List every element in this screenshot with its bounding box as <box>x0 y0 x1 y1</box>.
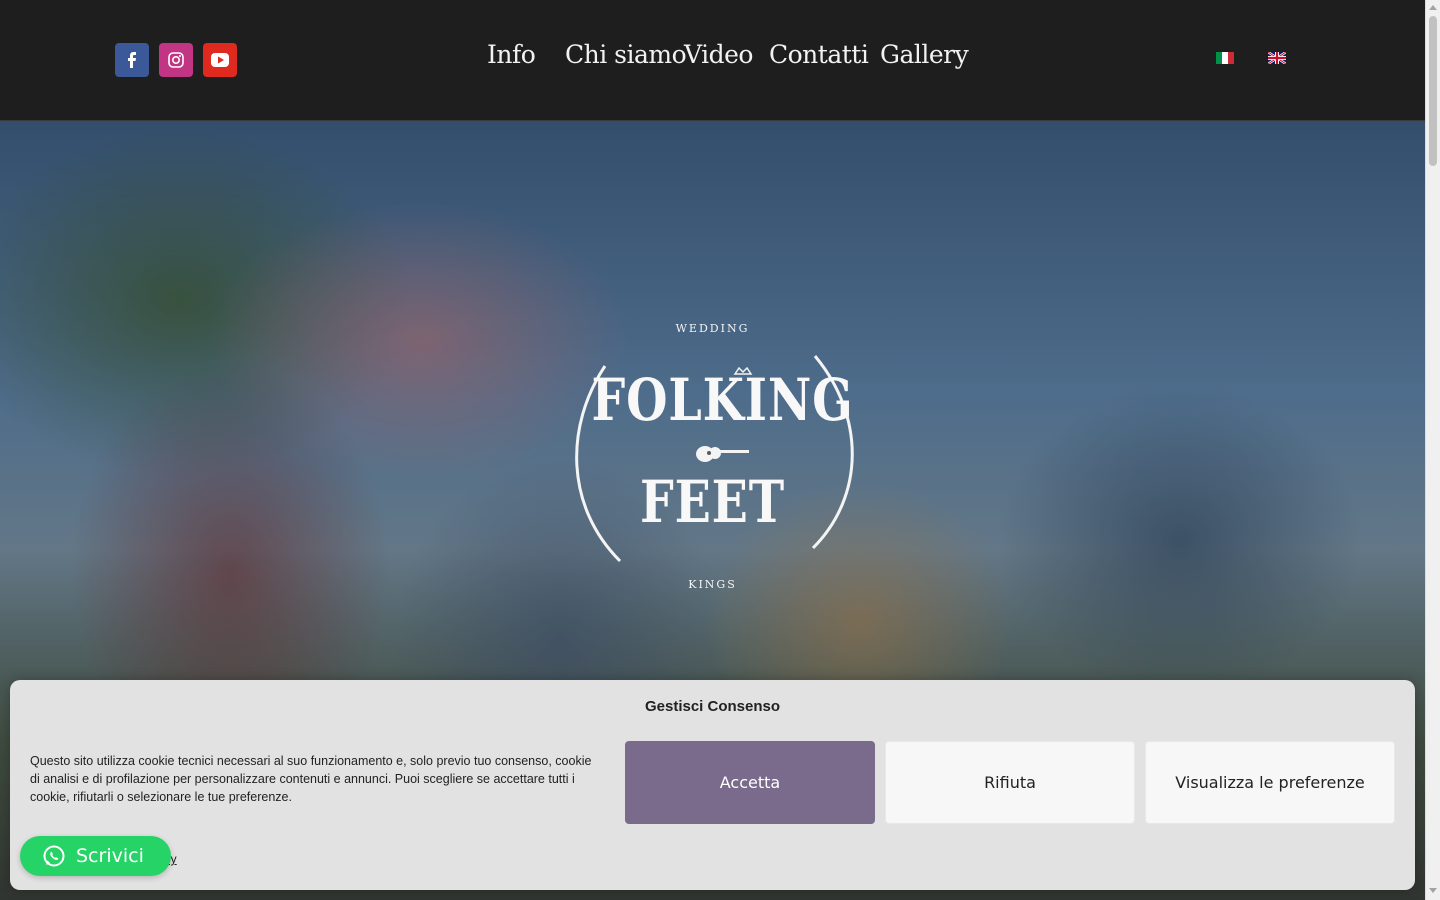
logo-arcs <box>575 355 854 563</box>
view-preferences-button[interactable]: Visualizza le preferenze <box>1145 741 1395 824</box>
logo-folking-text: FOLKING <box>591 366 854 434</box>
folking-feet-logo: WEDDING FOLKING FEET KINGS <box>565 316 860 601</box>
language-switcher <box>1216 52 1286 64</box>
cookie-title: Gestisci Consenso <box>644 698 781 715</box>
guitar-icon <box>696 446 749 462</box>
nav-item-video[interactable]: Video <box>684 40 753 69</box>
nav-item-gallery[interactable]: Gallery <box>880 40 969 69</box>
logo-feet-text: FEET <box>640 468 785 536</box>
scroll-down-arrow-icon[interactable] <box>1429 888 1437 893</box>
nav-item-contatti[interactable]: Contatti <box>769 40 869 69</box>
italian-flag-icon[interactable] <box>1216 52 1234 64</box>
whatsapp-chat-button[interactable]: Scrivici <box>20 836 171 876</box>
uk-flag-icon[interactable] <box>1268 52 1286 64</box>
cookie-consent-banner: Gestisci Consenso Questo sito utilizza c… <box>10 680 1415 890</box>
cookie-message: Questo sito utilizza cookie tecnici nece… <box>30 754 592 804</box>
scroll-thumb[interactable] <box>1429 16 1437 166</box>
instagram-button[interactable] <box>159 43 193 77</box>
youtube-icon <box>211 53 229 67</box>
scroll-up-arrow-icon[interactable] <box>1429 5 1437 10</box>
nav-item-info[interactable]: Info <box>487 40 536 69</box>
site-header: Info Chi siamo Video Contatti Gallery <box>0 0 1425 121</box>
main-nav: Info Chi siamo Video Contatti Gallery <box>487 40 969 69</box>
accept-button[interactable]: Accetta <box>625 741 875 824</box>
instagram-icon <box>168 52 184 68</box>
page-scrollbar[interactable] <box>1425 0 1440 900</box>
whatsapp-icon <box>43 845 65 867</box>
whatsapp-label: Scrivici <box>76 845 144 867</box>
logo-kings-text: KINGS <box>688 578 737 591</box>
nav-item-chi-siamo[interactable]: Chi siamo <box>565 40 687 69</box>
logo-wedding-text: WEDDING <box>675 322 750 335</box>
facebook-button[interactable] <box>115 43 149 77</box>
youtube-button[interactable] <box>203 43 237 77</box>
facebook-icon <box>128 52 136 68</box>
social-links <box>115 43 237 77</box>
reject-button[interactable]: Rifiuta <box>885 741 1135 824</box>
